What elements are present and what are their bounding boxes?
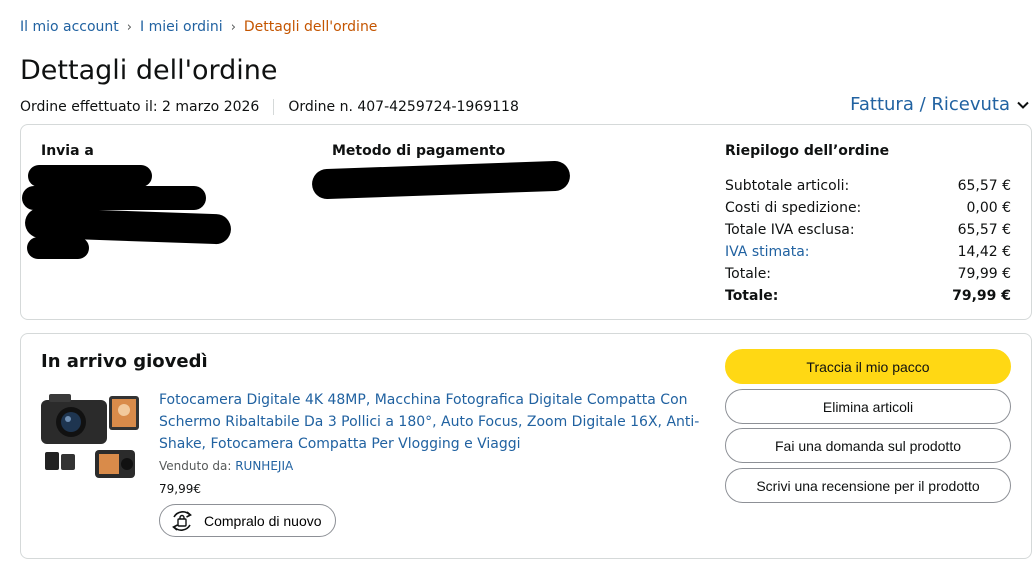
- buy-again-button[interactable]: Compralo di nuovo: [159, 504, 336, 537]
- sold-by-label: Venduto da:: [159, 459, 232, 473]
- product-title-link[interactable]: Fotocamera Digitale 4K 48MP, Macchina Fo…: [159, 389, 709, 455]
- ask-product-question-button[interactable]: Fai una domanda sul prodotto: [725, 428, 1011, 463]
- summary-value: 79,99 €: [952, 288, 1011, 304]
- chevron-down-icon: [1017, 101, 1029, 109]
- summary-value: 79,99 €: [957, 266, 1011, 282]
- invoice-link-label: Fattura / Ricevuta: [850, 94, 1010, 115]
- shipment-box: In arrivo giovedì Fotocamera Digitale 4K…: [20, 333, 1032, 559]
- order-date: Ordine effettuato il: 2 marzo 2026: [20, 99, 260, 115]
- meta-divider: [273, 99, 275, 115]
- page-title: Dettagli dell'ordine: [20, 55, 278, 86]
- ship-to-title: Invia a: [41, 143, 94, 159]
- breadcrumb: Il mio account › I miei ordini › Dettagl…: [20, 19, 377, 35]
- product-price: 79,99€: [159, 482, 201, 496]
- summary-value: 65,57 €: [957, 178, 1011, 194]
- breadcrumb-separator: ›: [230, 19, 236, 35]
- summary-label: Totale IVA esclusa:: [725, 222, 855, 238]
- seller-link[interactable]: RUNHEJIA: [235, 459, 293, 473]
- breadcrumb-my-account[interactable]: Il mio account: [20, 19, 119, 35]
- delivery-status: In arrivo giovedì: [41, 351, 208, 372]
- summary-row-total-ex-vat: Totale IVA esclusa: 65,57 €: [725, 219, 1011, 241]
- buy-again-label: Compralo di nuovo: [204, 512, 322, 529]
- summary-label: Costi di spedizione:: [725, 200, 862, 216]
- product-image[interactable]: [39, 390, 143, 490]
- summary-row-total: Totale: 79,99 €: [725, 263, 1011, 285]
- summary-label: Totale:: [725, 266, 772, 282]
- summary-value: 65,57 €: [957, 222, 1011, 238]
- breadcrumb-current: Dettagli dell'ordine: [243, 19, 378, 35]
- payment-method-title: Metodo di pagamento: [332, 143, 506, 159]
- redacted-address-line: [28, 165, 152, 187]
- redacted-address-line: [27, 237, 89, 259]
- redacted-payment: [311, 160, 571, 200]
- summary-row-vat: IVA stimata: 14,42 €: [725, 241, 1011, 263]
- buy-again-icon: [172, 510, 192, 531]
- summary-label: Subtotale articoli:: [725, 178, 850, 194]
- seller-info: Venduto da: RUNHEJIA: [159, 459, 293, 473]
- invoice-dropdown[interactable]: Fattura / Ricevuta: [850, 94, 1030, 115]
- track-package-button[interactable]: Traccia il mio pacco: [725, 349, 1011, 384]
- summary-row-subtotal: Subtotale articoli: 65,57 €: [725, 175, 1011, 197]
- delete-items-button[interactable]: Elimina articoli: [725, 389, 1011, 424]
- breadcrumb-my-orders[interactable]: I miei ordini: [140, 19, 223, 35]
- estimated-vat-link[interactable]: IVA stimata:: [725, 244, 810, 260]
- order-meta: Ordine effettuato il: 2 marzo 2026 Ordin…: [20, 99, 519, 115]
- order-info-box: Invia a Metodo di pagamento Riepilogo de…: [20, 124, 1032, 320]
- summary-label: Totale:: [725, 288, 779, 304]
- summary-row-grand-total: Totale: 79,99 €: [725, 285, 1011, 307]
- summary-value: 0,00 €: [966, 200, 1011, 216]
- write-review-button[interactable]: Scrivi una recensione per il prodotto: [725, 468, 1011, 503]
- summary-value: 14,42 €: [957, 244, 1011, 260]
- summary-row-shipping: Costi di spedizione: 0,00 €: [725, 197, 1011, 219]
- order-summary: Riepilogo dell’ordine Subtotale articoli…: [725, 143, 1011, 307]
- redacted-address-line: [22, 186, 206, 210]
- breadcrumb-separator: ›: [126, 19, 132, 35]
- order-summary-title: Riepilogo dell’ordine: [725, 143, 890, 159]
- order-number: Ordine n. 407-4259724-1969118: [288, 99, 519, 115]
